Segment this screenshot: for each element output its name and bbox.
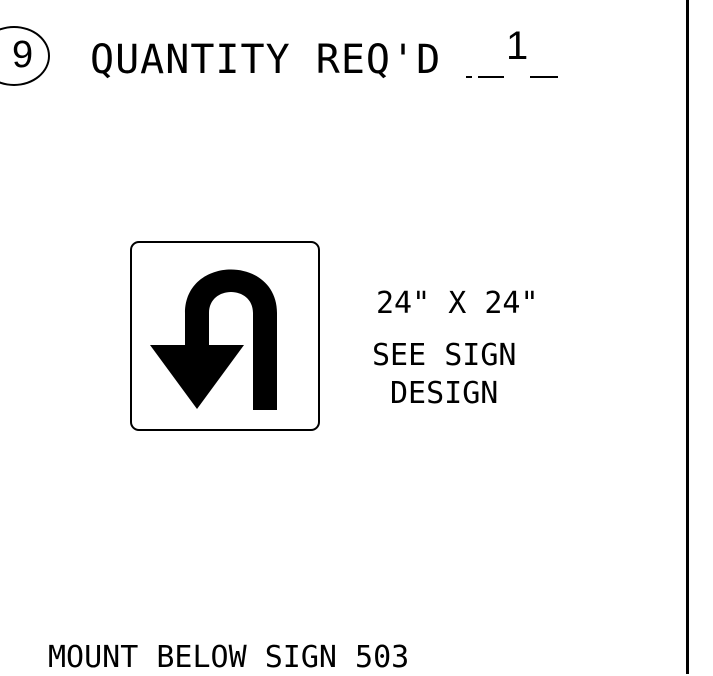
quantity-underline-right xyxy=(530,76,558,78)
u-turn-arrow-icon xyxy=(150,269,277,410)
sheet-border-right xyxy=(686,0,689,674)
see-sign-design-line2: DESIGN xyxy=(390,376,499,411)
sign-size: 24" X 24" xyxy=(376,286,539,321)
sign-panel xyxy=(130,241,320,431)
quantity-label: QUANTITY REQ'D xyxy=(90,37,442,83)
quantity-underline-left xyxy=(478,76,504,78)
see-sign-design-line1: SEE SIGN xyxy=(372,338,517,373)
mount-note: MOUNT BELOW SIGN 503 xyxy=(48,640,410,675)
quantity-value: 1 xyxy=(506,24,529,68)
quantity-underline-dash xyxy=(466,76,472,78)
callout-number: 9 xyxy=(12,34,34,76)
